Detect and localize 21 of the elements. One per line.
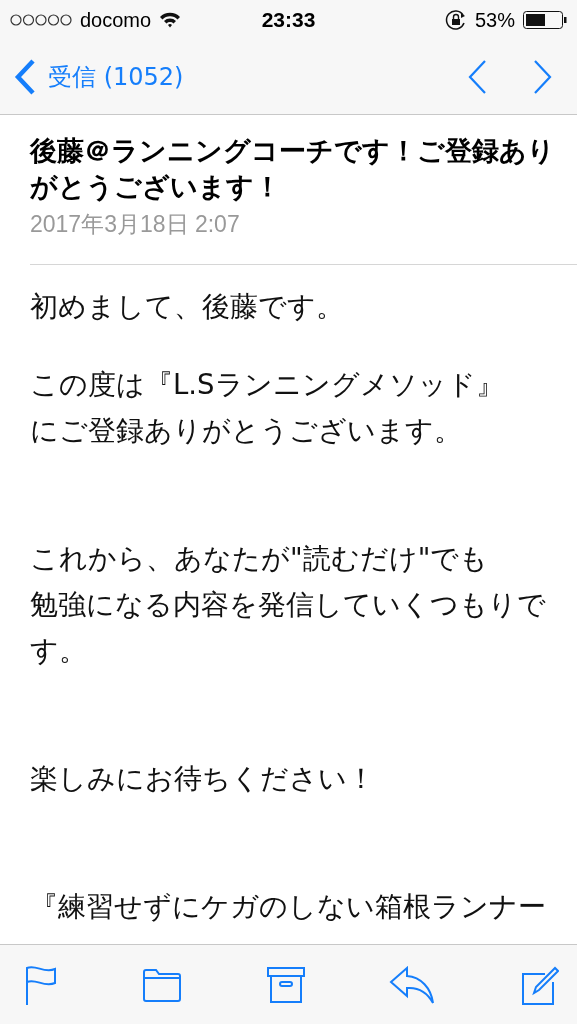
message-subject: 後藤＠ランニングコーチです！ご登録ありがとうございます！ [30, 134, 556, 204]
body-text: にご登録ありがとうございます。 [30, 413, 462, 448]
body-text: 楽しみにお待ちください！ [30, 761, 375, 796]
clock-time: 23:33 [261, 8, 316, 32]
back-button[interactable]: 受信 (1052) [14, 58, 184, 96]
body-text: これから、あなたが"読むだけ"でも [30, 541, 489, 576]
body-text: 『練習せずにケガのしない箱根ランナー [30, 889, 546, 924]
body-text: この度は『L.Sランニングメソッド』 [30, 367, 504, 402]
signal-icon [10, 13, 72, 27]
battery-percent: 53% [474, 8, 515, 32]
wifi-icon [159, 12, 182, 28]
carrier-name: docomo [80, 8, 152, 32]
body-text: 勉強になる内容を発信していくつもりで [30, 587, 546, 622]
battery-icon [523, 11, 567, 29]
body-text: 初めまして、後藤です。 [30, 289, 344, 324]
body-text: す。 [30, 633, 87, 668]
chevron-right-icon [533, 59, 553, 95]
chevron-left-icon [467, 59, 487, 95]
message-date: 2017年3月18日 2:07 [30, 210, 241, 239]
orientation-lock-icon [444, 9, 467, 31]
chevron-left-icon [14, 58, 36, 96]
